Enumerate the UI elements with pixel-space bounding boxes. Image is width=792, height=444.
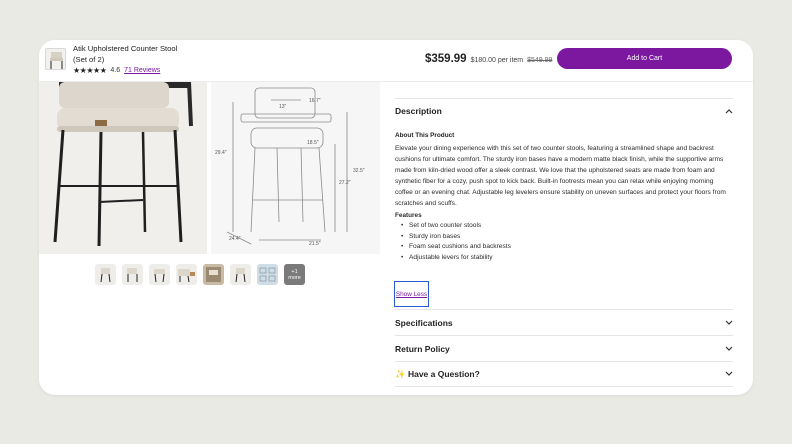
gallery-thumbnail[interactable] [176,264,197,285]
thumbnail-strip: +1 more [95,264,305,285]
divider [395,361,733,362]
description-heading: Description [395,106,442,116]
question-label: Have a Question? [407,369,480,379]
return-policy-accordion-header[interactable]: Return Policy [395,344,733,354]
list-item: Sturdy iron bases [401,232,511,243]
chevron-down-icon [725,370,733,379]
product-title: Atik Upholstered Counter Stool (Set of 2… [73,43,177,65]
price-block: $359.99 $180.00 per item $549.99 [425,53,552,65]
features-list: Set of two counter stools Sturdy iron ba… [401,221,511,264]
rating-row: ★★★★★ 4.6 71 Reviews [73,66,160,75]
show-less-link[interactable]: Show Less [394,281,429,307]
product-description-text: Elevate your dining experience with this… [395,145,726,207]
features-title: Features [395,212,422,219]
about-product-title: About This Product [395,132,455,139]
per-item-price: $180.00 per item [470,57,524,64]
star-rating-icon: ★★★★★ [73,66,107,75]
chevron-down-icon [725,345,733,354]
divider [395,386,733,387]
dim-label: 32.5" [353,168,365,174]
divider [395,309,733,310]
dim-label: 13" [279,104,287,110]
chevron-down-icon [725,319,733,328]
gallery-thumbnail[interactable] [203,264,224,285]
sparkle-icon: ✨ [395,369,406,379]
question-heading: ✨ Have a Question? [395,369,480,380]
list-item: Adjustable levers for stability [401,253,511,264]
dim-label: 24.4" [229,236,241,242]
gallery-thumbnail[interactable] [257,264,278,285]
dimension-diagram[interactable]: 13" 16.7" 18.5" 29.4" 32.5" 27.2" 24.4" … [211,82,380,254]
return-policy-heading: Return Policy [395,344,450,354]
original-price: $549.99 [527,57,553,64]
dim-label: 27.2" [339,180,351,186]
more-images-button[interactable]: +1 more [284,264,305,285]
product-thumbnail [45,48,66,70]
specifications-accordion-header[interactable]: Specifications [395,318,733,328]
dim-label: 16.7" [309,98,321,104]
gallery-thumbnail[interactable] [122,264,143,285]
gallery-thumbnail[interactable] [230,264,251,285]
dim-label: 29.4" [215,150,227,156]
list-item: Set of two counter stools [401,221,511,232]
add-to-cart-button[interactable]: Add to Cart [557,48,732,69]
specifications-heading: Specifications [395,318,453,328]
product-title-line-1: Atik Upholstered Counter Stool [73,44,178,53]
description-accordion-header[interactable]: Description [395,106,733,116]
gallery-thumbnail[interactable] [149,264,170,285]
product-title-line-2: (Set of 2) [73,55,105,64]
divider [395,335,733,336]
gallery-thumbnail[interactable] [95,264,116,285]
product-card: Atik Upholstered Counter Stool (Set of 2… [39,40,753,395]
sale-price: $359.99 [425,53,467,65]
dim-label: 18.5" [307,140,319,146]
reviews-link[interactable]: 71 Reviews [124,67,160,74]
rating-value: 4.6 [110,67,121,74]
list-item: Foam seat cushions and backrests [401,242,511,253]
product-photo[interactable] [39,82,207,254]
dim-label: 21.5" [309,241,321,247]
sticky-product-header: Atik Upholstered Counter Stool (Set of 2… [39,40,753,82]
more-label: more [288,274,301,281]
chevron-up-icon [725,107,733,116]
question-accordion-header[interactable]: ✨ Have a Question? [395,369,733,380]
divider [395,98,733,99]
